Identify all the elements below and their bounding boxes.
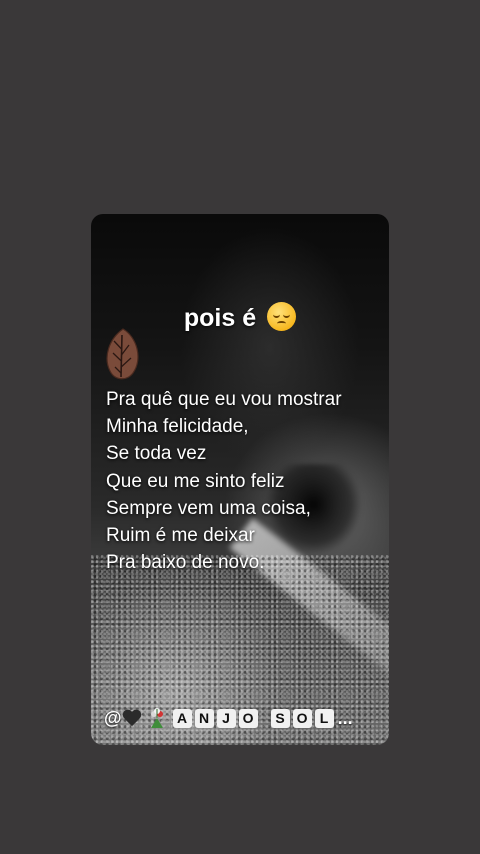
letter-tile: O <box>238 708 258 728</box>
signature-ellipsis: ... <box>337 707 353 728</box>
poem-line: Pra baixo de novo. <box>106 552 265 574</box>
bouquet-icon <box>150 708 163 728</box>
letter-tile: L <box>314 708 334 728</box>
letter-tile: O <box>292 708 312 728</box>
letter-tile: S <box>270 708 290 728</box>
at-symbol: @ <box>104 707 122 728</box>
poem-line: Pra quê que eu vou mostrar <box>106 389 342 410</box>
black-heart-icon <box>123 709 141 727</box>
letter-tile: A <box>172 708 192 728</box>
story-heading: pois é <box>0 302 480 333</box>
leaf-icon <box>106 328 139 380</box>
poem-line: Minha felicidade, <box>106 416 249 438</box>
author-signature: @ ANJO SOL ... <box>104 704 353 732</box>
poem-line: Que eu me sinto feliz <box>106 470 285 492</box>
poem-line: Sempre vem uma coisa, <box>106 497 311 519</box>
heading-text: pois é <box>183 304 257 332</box>
signature-word-1: ANJO <box>172 708 261 728</box>
pensive-face-icon <box>267 302 297 331</box>
letter-tile: N <box>194 708 214 728</box>
poem-line: Ruim é me deixar <box>106 525 255 547</box>
signature-word-2: SOL <box>270 708 337 728</box>
letter-tile: J <box>216 708 236 728</box>
poem-line: Se toda vez <box>106 443 207 465</box>
poem-text: Pra quê que eu vou mostrar Minha felicida… <box>106 386 342 576</box>
